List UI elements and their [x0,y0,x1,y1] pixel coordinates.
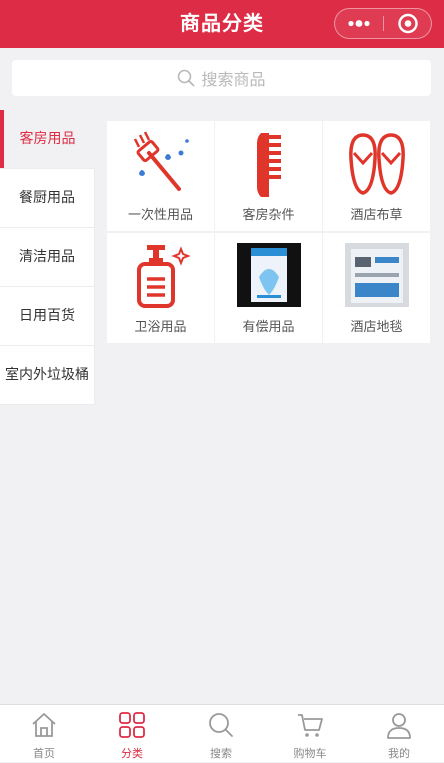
comb-icon [257,133,281,197]
category-label: 卫浴用品 [134,320,187,335]
category-label: 一次性用品 [127,208,193,223]
tab-label: 我的 [388,747,410,760]
tab-label: 搜索 [210,747,232,760]
slippers-icon [349,133,405,195]
target-circle-icon [398,13,418,34]
product-box-image [237,243,301,307]
search-icon [209,713,233,737]
category-item-disposables[interactable]: 一次性用品 [107,121,214,231]
mini-program-capsule [334,8,432,39]
category-label: 有偿用品 [242,320,295,335]
sidebar-item-daily-goods[interactable]: 日用百货 [0,287,95,346]
category-item-carpets[interactable]: 酒店地毯 [323,233,430,343]
tab-cart[interactable]: 购物车 [266,705,354,763]
close-mini-program-button[interactable] [384,9,432,38]
sidebar-item-guest-room[interactable]: 客房用品 [0,110,95,169]
category-label: 客房杂件 [242,208,295,223]
category-sidebar: 客房用品 餐厨用品 清洁用品 日用百货 室内外垃圾桶 [0,110,95,405]
category-label: 酒店布草 [350,208,403,223]
soap-dispenser-icon [137,245,191,308]
tab-profile[interactable]: 我的 [355,705,443,763]
cart-icon [298,714,323,737]
tab-label: 首页 [33,747,55,760]
search-area: 搜索商品 [0,48,444,110]
tab-home[interactable]: 首页 [0,705,88,763]
toothbrush-icon [133,131,189,191]
search-placeholder: 搜索商品 [201,70,266,89]
category-item-bath[interactable]: 卫浴用品 [107,233,214,343]
tab-category[interactable]: 分类 [88,705,176,763]
carpet-box-image [345,243,409,307]
user-icon [387,713,411,739]
sidebar-item-trash-bins[interactable]: 室内外垃圾桶 [0,346,95,405]
search-input[interactable]: 搜索商品 [12,60,431,96]
category-grid-icon [119,712,145,738]
tab-label: 分类 [121,747,143,760]
tab-search[interactable]: 搜索 [177,705,265,763]
more-menu-button[interactable] [335,9,383,38]
category-item-room-sundries[interactable]: 客房杂件 [215,121,322,231]
more-dots-icon [348,20,370,27]
category-label: 酒店地毯 [350,320,403,335]
home-icon [32,713,56,737]
search-icon [178,69,195,87]
category-item-linens[interactable]: 酒店布草 [323,121,430,231]
sidebar-item-kitchen[interactable]: 餐厨用品 [0,169,95,228]
sidebar-item-cleaning[interactable]: 清洁用品 [0,228,95,287]
bottom-tab-bar: 首页 分类 搜索 购物车 我的 [0,704,444,762]
category-item-paid-items[interactable]: 有偿用品 [215,233,322,343]
top-nav-bar: 商品分类 [0,0,444,48]
tab-label: 购物车 [293,747,327,760]
